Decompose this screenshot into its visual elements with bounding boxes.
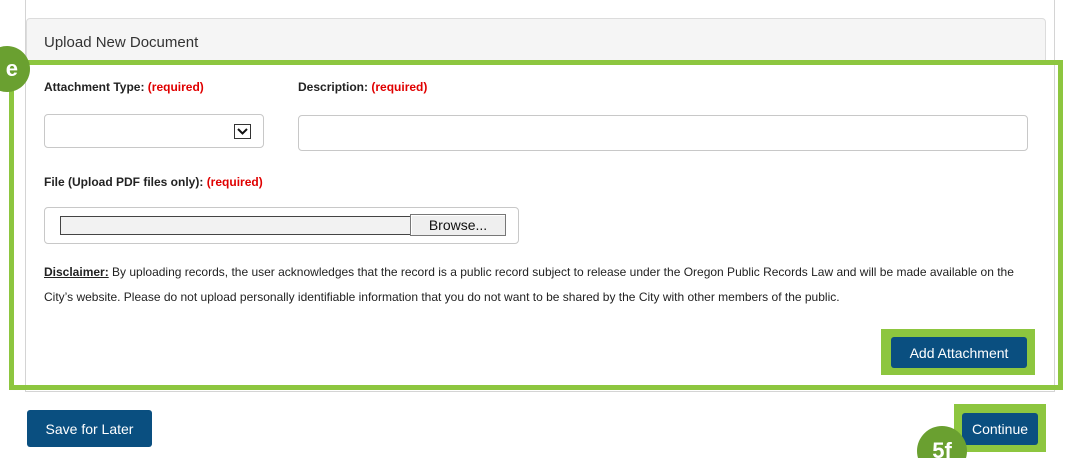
file-label-text: File (Upload PDF files only): xyxy=(44,175,204,189)
file-upload-field: Browse... xyxy=(44,207,519,244)
disclaimer: Disclaimer: By uploading records, the us… xyxy=(44,260,1034,310)
disclaimer-text: By uploading records, the user acknowled… xyxy=(44,265,1014,304)
description-label-text: Description: xyxy=(298,80,369,94)
chevron-down-icon[interactable] xyxy=(234,124,251,139)
add-attachment-button[interactable]: Add Attachment xyxy=(891,337,1027,368)
required-indicator: (required) xyxy=(371,80,428,94)
save-for-later-button[interactable]: Save for Later xyxy=(27,410,152,447)
panel-title: Upload New Document xyxy=(44,34,199,51)
attachment-type-label: Attachment Type: (required) xyxy=(44,80,204,94)
file-path-input[interactable] xyxy=(60,216,410,235)
attachment-type-select[interactable] xyxy=(44,114,264,148)
required-indicator: (required) xyxy=(147,80,204,94)
description-input[interactable] xyxy=(298,115,1028,151)
file-label: File (Upload PDF files only): (required) xyxy=(44,175,263,189)
disclaimer-heading: Disclaimer: xyxy=(44,265,109,279)
continue-button[interactable]: Continue xyxy=(962,413,1038,445)
browse-button[interactable]: Browse... xyxy=(410,214,506,236)
panel-header: Upload New Document xyxy=(26,18,1046,64)
attachment-type-label-text: Attachment Type: xyxy=(44,80,145,94)
description-label: Description: (required) xyxy=(298,80,427,94)
required-indicator: (required) xyxy=(206,175,263,189)
